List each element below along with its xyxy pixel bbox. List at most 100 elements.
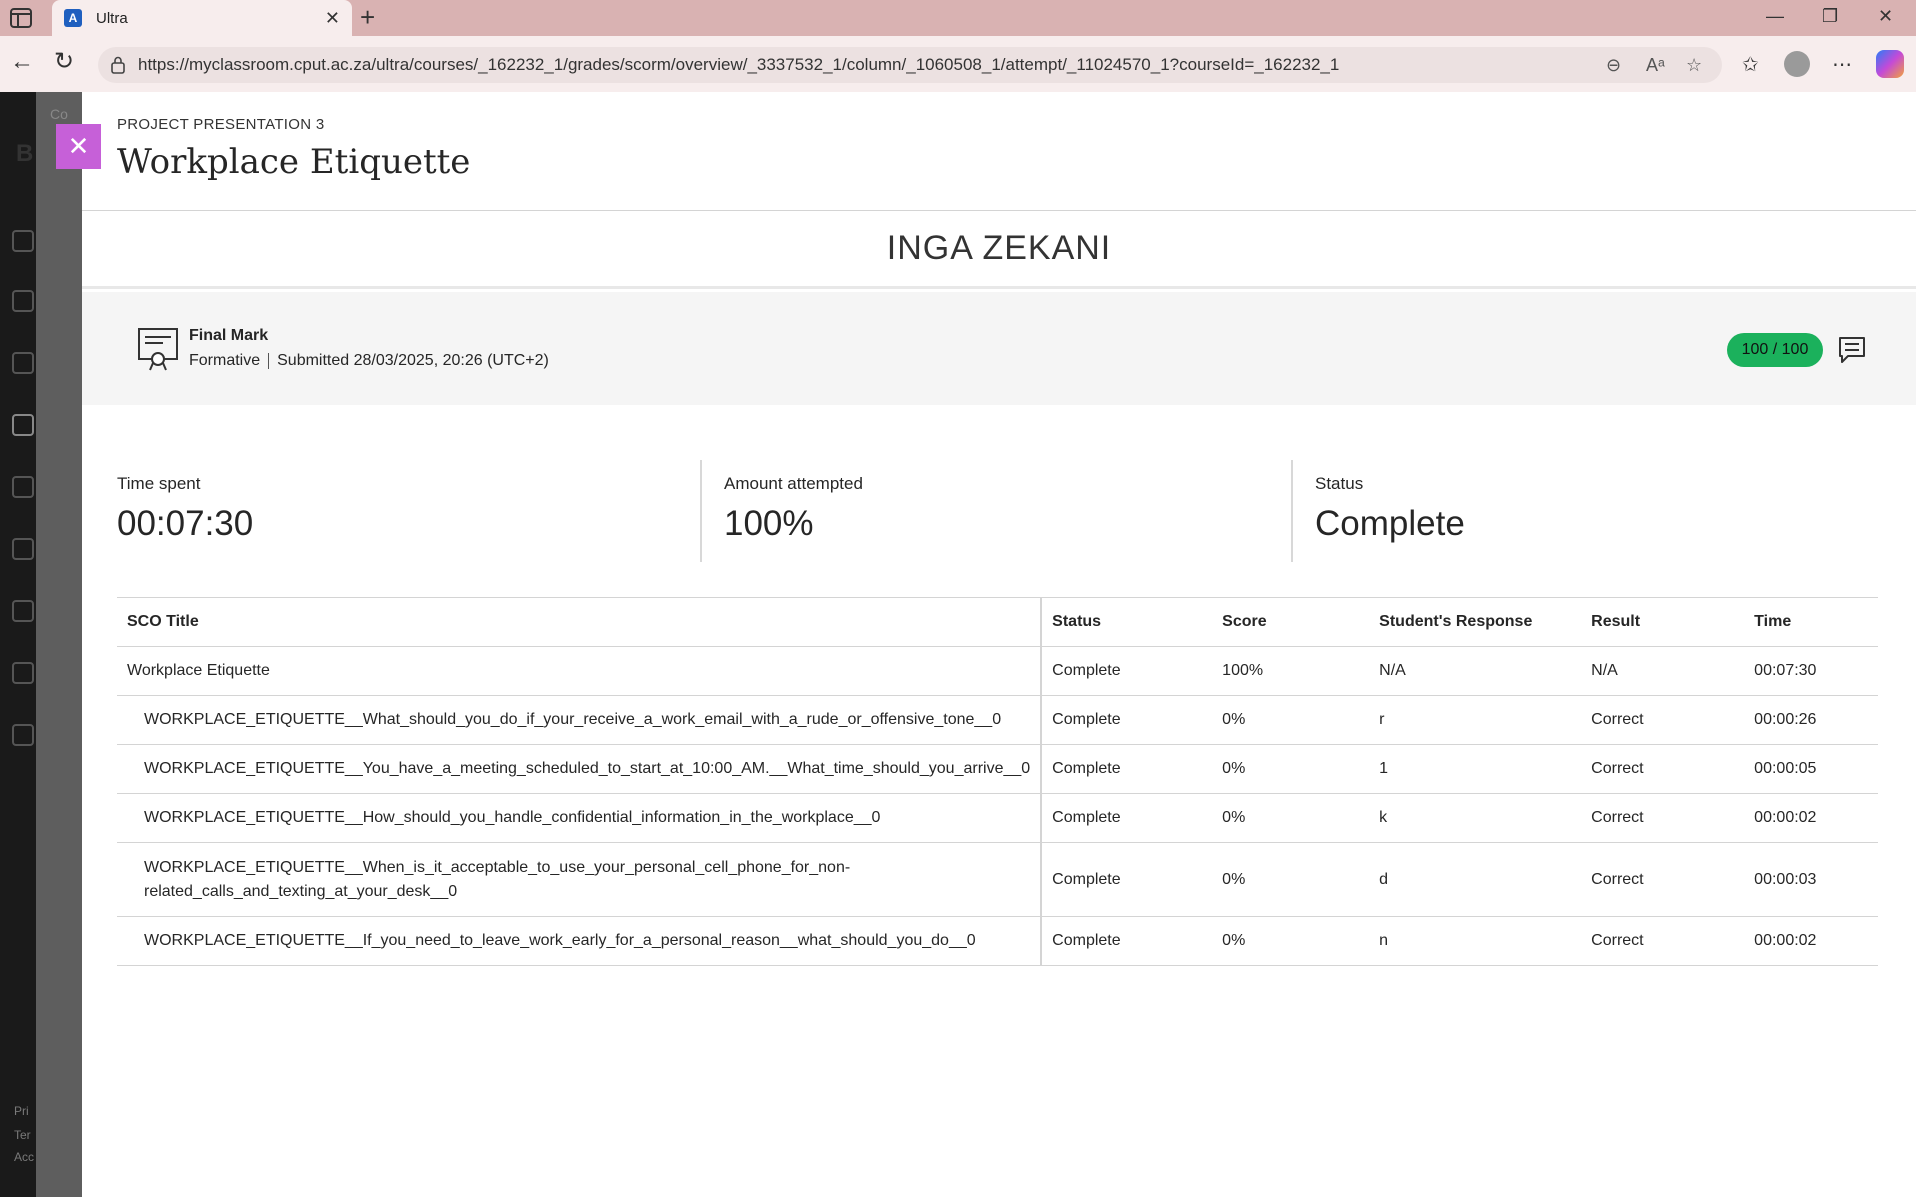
- page-title: Workplace Etiquette: [117, 142, 471, 182]
- sco-title-line: WORKPLACE_ETIQUETTE__When_is_it_acceptab…: [144, 858, 851, 876]
- dimmed-course-strip: Co B Pri Ter Acc: [14, 92, 82, 1197]
- close-icon[interactable]: ✕: [1878, 6, 1893, 27]
- response-cell: n: [1369, 916, 1582, 966]
- stat-value: 00:07:30: [117, 504, 254, 543]
- table-row: WORKPLACE_ETIQUETTE__What_should_you_do_…: [117, 695, 1878, 745]
- institution-icon[interactable]: [12, 230, 34, 252]
- read-aloud-icon[interactable]: Aᵃ: [1646, 55, 1665, 76]
- close-icon: ✕: [67, 131, 90, 161]
- final-mark-meta: Formative Submitted 28/03/2025, 20:26 (U…: [189, 352, 549, 370]
- status-cell: Complete: [1041, 695, 1213, 745]
- browser-tab-bar: A Ultra ✕ + — ❐ ✕: [0, 0, 1916, 36]
- lock-icon[interactable]: [110, 56, 126, 74]
- tools-icon[interactable]: [12, 662, 34, 684]
- result-cell: Correct: [1581, 842, 1745, 917]
- calendar-icon[interactable]: [12, 476, 34, 498]
- stat-label: Amount attempted: [724, 474, 863, 493]
- strip-text: Co: [50, 106, 68, 122]
- result-cell: Correct: [1581, 695, 1745, 745]
- time-cell: 00:00:02: [1744, 916, 1878, 966]
- final-mark-band: Final Mark Formative Submitted 28/03/202…: [82, 292, 1916, 405]
- attempt-stats: Time spent 00:07:30 Amount attempted 100…: [117, 460, 1877, 562]
- close-panel-button[interactable]: ✕: [56, 124, 101, 169]
- url-bar[interactable]: https://myclassroom.cput.ac.za/ultra/cou…: [98, 47, 1722, 83]
- score-cell: 0%: [1212, 793, 1370, 843]
- score-cell: 100%: [1212, 646, 1370, 696]
- sign-out-icon[interactable]: [12, 724, 34, 746]
- stat-label: Status: [1315, 474, 1364, 493]
- response-cell: k: [1369, 793, 1582, 843]
- zoom-out-icon[interactable]: ⊖: [1606, 55, 1621, 76]
- page-overline: PROJECT PRESENTATION 3: [117, 116, 325, 133]
- divider: [268, 353, 270, 369]
- score-cell: 0%: [1212, 695, 1370, 745]
- column-header-status[interactable]: Status: [1041, 597, 1213, 647]
- certificate-icon: [138, 328, 178, 371]
- page: Co B Pri Ter Acc PROJECT PRESENTATION 3 …: [0, 92, 1916, 1197]
- strip-text: Pri: [14, 1104, 29, 1118]
- time-cell: 00:00:26: [1744, 695, 1878, 745]
- url-text: https://myclassroom.cput.ac.za/ultra/cou…: [138, 55, 1340, 74]
- profile-icon[interactable]: [1784, 51, 1810, 77]
- copilot-icon[interactable]: [1876, 50, 1904, 78]
- final-mark-label: Final Mark: [189, 327, 269, 344]
- column-header-time[interactable]: Time: [1744, 597, 1878, 647]
- result-cell: Correct: [1581, 793, 1745, 843]
- response-cell: d: [1369, 842, 1582, 917]
- score-cell: 0%: [1212, 842, 1370, 917]
- response-cell: 1: [1369, 744, 1582, 794]
- score-cell: 0%: [1212, 916, 1370, 966]
- globe-icon[interactable]: [12, 352, 34, 374]
- time-cell: 00:00:02: [1744, 793, 1878, 843]
- attempt-panel: PROJECT PRESENTATION 3 Workplace Etiquet…: [82, 92, 1916, 1197]
- sco-title-cell: WORKPLACE_ETIQUETTE__You_have_a_meeting_…: [117, 744, 1043, 794]
- table-row: WORKPLACE_ETIQUETTE__You_have_a_meeting_…: [117, 744, 1878, 794]
- strip-text: Ter: [14, 1128, 31, 1142]
- table-row: WORKPLACE_ETIQUETTE__When_is_it_acceptab…: [117, 842, 1878, 917]
- refresh-icon[interactable]: ↻: [54, 50, 74, 74]
- response-cell: r: [1369, 695, 1582, 745]
- result-cell: Correct: [1581, 744, 1745, 794]
- column-header-response[interactable]: Student's Response: [1369, 597, 1582, 647]
- restore-icon[interactable]: ❐: [1822, 6, 1838, 27]
- close-icon[interactable]: ✕: [325, 8, 340, 29]
- column-header-result[interactable]: Result: [1581, 597, 1745, 647]
- sco-title-cell: WORKPLACE_ETIQUETTE__What_should_you_do_…: [117, 695, 1043, 745]
- favorites-icon[interactable]: ✩: [1742, 52, 1759, 77]
- more-icon[interactable]: ⋯: [1832, 52, 1852, 77]
- plus-icon[interactable]: +: [360, 4, 375, 30]
- browser-tab[interactable]: A Ultra ✕: [52, 0, 352, 36]
- divider: [700, 460, 702, 562]
- score-cell: 0%: [1212, 744, 1370, 794]
- column-header-sco-title[interactable]: SCO Title: [117, 597, 1043, 647]
- time-cell: 00:07:30: [1744, 646, 1878, 696]
- score-badge[interactable]: 100 / 100: [1727, 333, 1823, 367]
- stat-value: Complete: [1315, 504, 1465, 543]
- profile-icon[interactable]: [12, 290, 34, 312]
- sidebar-icon[interactable]: [10, 8, 32, 28]
- lms-nav-rail: [0, 92, 36, 1197]
- address-bar-row: ← ↻ https://myclassroom.cput.ac.za/ultra…: [0, 36, 1916, 92]
- time-cell: 00:00:05: [1744, 744, 1878, 794]
- strip-text: Acc: [14, 1150, 35, 1164]
- back-icon[interactable]: ←: [10, 50, 34, 74]
- time-cell: 00:00:03: [1744, 842, 1878, 917]
- status-cell: Complete: [1041, 744, 1213, 794]
- status-cell: Complete: [1041, 646, 1213, 696]
- stat-label: Time spent: [117, 474, 201, 493]
- table-row: Workplace Etiquette Complete 100% N/A N/…: [117, 646, 1878, 696]
- minimize-icon[interactable]: —: [1766, 6, 1784, 27]
- student-name: INGA ZEKANI: [82, 211, 1916, 289]
- column-header-score[interactable]: Score: [1212, 597, 1370, 647]
- status-cell: Complete: [1041, 916, 1213, 966]
- strip-text: B: [16, 140, 34, 167]
- star-icon[interactable]: ☆: [1686, 55, 1702, 76]
- feedback-icon[interactable]: [1838, 336, 1866, 364]
- messages-icon[interactable]: [12, 538, 34, 560]
- mark-category: Formative: [189, 352, 261, 369]
- sco-title-cell: WORKPLACE_ETIQUETTE__How_should_you_hand…: [117, 793, 1043, 843]
- result-cell: N/A: [1581, 646, 1745, 696]
- courses-icon[interactable]: [12, 414, 34, 436]
- grades-icon[interactable]: [12, 600, 34, 622]
- sco-title-line: related_calls_and_texting_at_your_desk__…: [144, 882, 458, 900]
